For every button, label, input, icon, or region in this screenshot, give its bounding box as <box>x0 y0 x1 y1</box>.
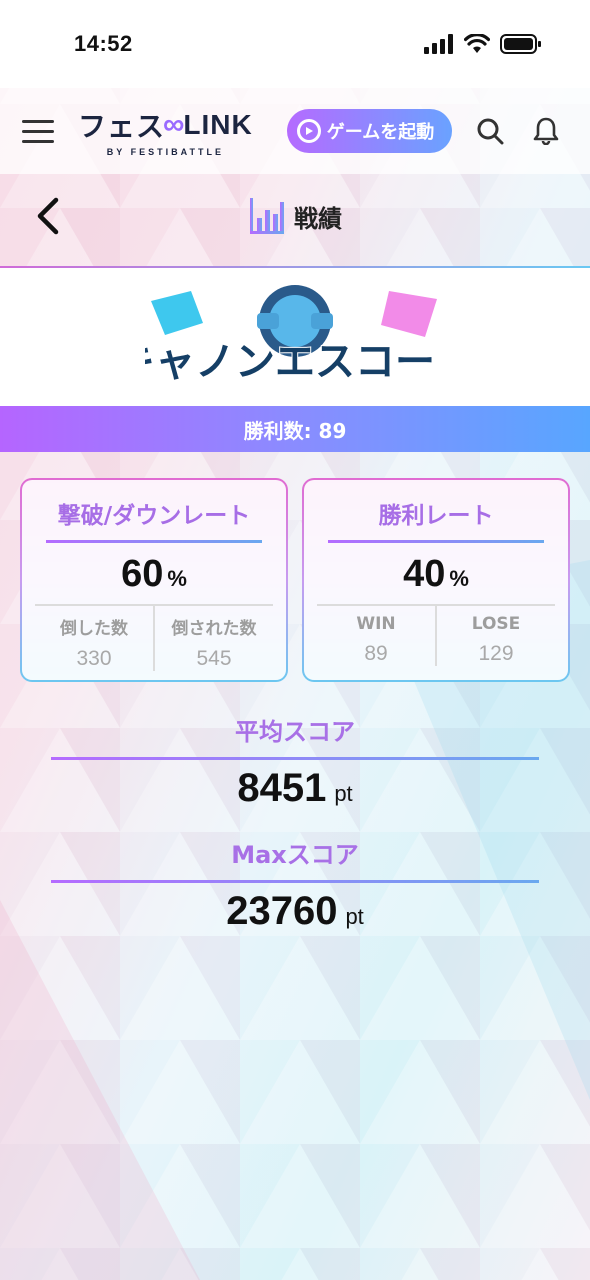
col-label: 倒された数 <box>171 619 257 639</box>
col-value: 545 <box>196 647 232 670</box>
card-value: 40% <box>403 553 469 596</box>
menu-icon-line <box>22 129 54 133</box>
game-banner: キャノンエスコート <box>0 268 590 406</box>
wifi-icon <box>464 34 490 53</box>
card-value: 60% <box>121 553 187 596</box>
card-right-col: LOSE 129 <box>435 606 555 666</box>
play-icon <box>296 119 321 143</box>
search-button[interactable] <box>470 111 510 151</box>
score-unit: pt <box>345 904 364 929</box>
status-icons <box>424 33 542 55</box>
average-score: 平均スコア 8451 pt <box>0 712 590 811</box>
card-value-unit: % <box>167 566 187 591</box>
status-bar: 14:52 <box>0 0 590 88</box>
wins-count-text: 勝利数: 89 <box>243 418 347 443</box>
bell-icon <box>533 117 559 145</box>
card-right-col: 倒された数 545 <box>153 606 273 671</box>
status-time: 14:52 <box>74 31 133 56</box>
search-icon <box>477 118 504 145</box>
card-split: 倒した数 330 倒された数 545 <box>35 604 273 671</box>
card-divider <box>46 540 262 543</box>
page-title-text: 戦績 <box>294 204 342 233</box>
score-value: 8451 pt <box>237 766 352 811</box>
card-value-number: 60 <box>121 553 164 595</box>
bar-chart-icon <box>250 198 284 234</box>
card-left-col: 倒した数 330 <box>35 606 153 671</box>
col-label: WIN <box>356 614 396 634</box>
wins-count-bar: 勝利数: 89 <box>0 406 590 452</box>
score-divider <box>51 880 539 883</box>
menu-button[interactable] <box>22 111 62 151</box>
kd-rate-card: 撃破/ダウンレート 60% 倒した数 330 倒された数 545 <box>20 478 288 682</box>
col-value: 89 <box>364 642 388 665</box>
logo-wordmark: フェス ∞ LINK <box>78 105 253 145</box>
score-title: 平均スコア <box>235 718 355 746</box>
card-divider <box>328 540 544 543</box>
score-unit: pt <box>334 781 353 806</box>
card-title: 撃破/ダウンレート <box>57 503 251 529</box>
page-title: 戦績 <box>248 196 342 236</box>
score-title: Maxスコア <box>231 841 359 869</box>
card-split: WIN 89 LOSE 129 <box>317 604 555 666</box>
chevron-left-icon <box>37 197 59 235</box>
logo-right-text: LINK <box>183 109 253 140</box>
col-value: 330 <box>76 647 112 670</box>
card-left-col: WIN 89 <box>317 606 435 666</box>
score-number: 8451 <box>237 766 327 810</box>
col-value: 129 <box>478 642 514 665</box>
card-value-unit: % <box>449 566 469 591</box>
app-header: フェス ∞ LINK BY FESTIBATTLE ゲームを起動 <box>0 88 590 174</box>
notifications-button[interactable] <box>526 111 566 151</box>
win-rate-card: 勝利レート 40% WIN 89 LOSE 129 <box>302 478 570 682</box>
infinity-icon: ∞ <box>163 108 186 141</box>
title-bar: 戦績 <box>0 174 590 258</box>
game-logo: キャノンエスコート <box>145 285 445 386</box>
card-value-number: 40 <box>403 553 446 595</box>
game-logo-text: キャノンエスコート <box>145 339 445 385</box>
app-logo[interactable]: フェス ∞ LINK BY FESTIBATTLE <box>78 105 253 157</box>
col-label: LOSE <box>471 614 521 634</box>
max-score: Maxスコア 23760 pt <box>0 835 590 934</box>
battery-icon <box>500 34 541 54</box>
score-value: 23760 pt <box>226 889 364 934</box>
menu-icon <box>22 119 54 123</box>
score-divider <box>51 757 539 760</box>
logo-left-text: フェス <box>78 111 166 142</box>
score-number: 23760 <box>226 889 338 933</box>
signal-icon <box>424 34 453 54</box>
menu-icon-line <box>22 139 54 143</box>
launch-game-button[interactable]: ゲームを起動 <box>286 109 453 153</box>
col-label: 倒した数 <box>60 619 128 639</box>
stat-cards: 撃破/ダウンレート 60% 倒した数 330 倒された数 545 勝利レート 4… <box>0 452 590 682</box>
launch-game-label: ゲームを起動 <box>326 122 435 143</box>
back-button[interactable] <box>30 194 70 238</box>
card-body: 撃破/ダウンレート 60% 倒した数 330 倒された数 545 <box>22 480 286 680</box>
card-title: 勝利レート <box>378 503 494 529</box>
logo-subtitle: BY FESTIBATTLE <box>106 147 224 157</box>
card-body: 勝利レート 40% WIN 89 LOSE 129 <box>304 480 568 680</box>
